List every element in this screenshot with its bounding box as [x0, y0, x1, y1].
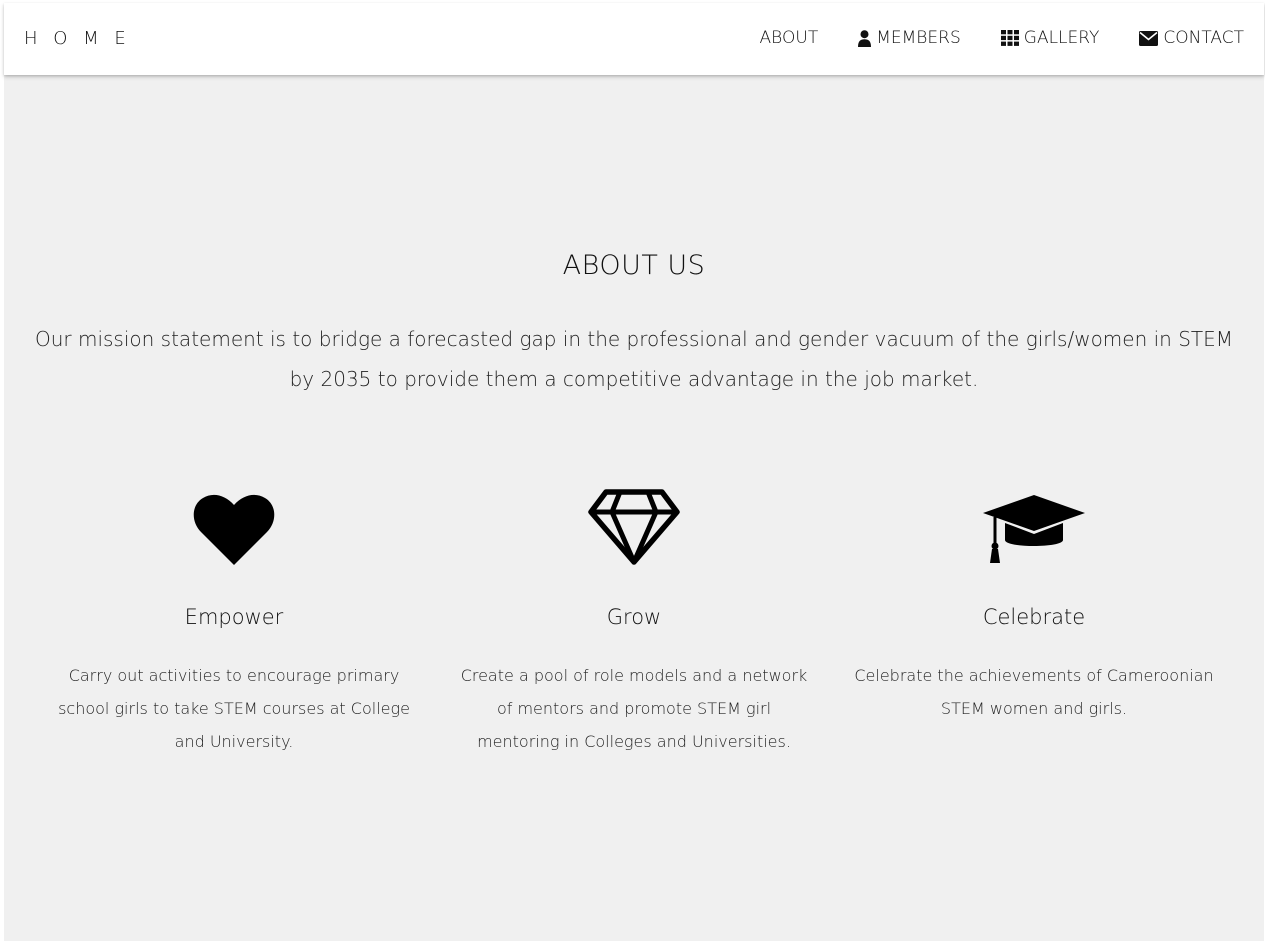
nav-members-label: MEMBERS — [876, 28, 961, 48]
grid-icon — [1000, 30, 1019, 46]
feature-title: Grow — [606, 605, 662, 629]
feature-text: Carry out activities to encourage primar… — [58, 666, 410, 751]
feature-icon-wrapper — [34, 475, 434, 565]
nav-home-link[interactable]: H O M E — [24, 28, 131, 49]
nav-gallery-link[interactable]: GALLERY — [1000, 28, 1100, 48]
feature-title: Empower — [184, 605, 284, 629]
top-navbar: H O M E ABOUT MEMBERS GALLERY CONTACT — [4, 3, 1264, 75]
nav-about-label: ABOUT — [759, 28, 819, 48]
about-title: ABOUT US — [562, 250, 706, 281]
nav-about-link[interactable]: ABOUT — [760, 28, 819, 48]
nav-links: ABOUT MEMBERS GALLERY CONTACT — [720, 28, 1244, 48]
feature-icon-wrapper — [434, 475, 834, 565]
user-icon — [858, 29, 872, 47]
diamond-icon — [588, 489, 680, 565]
feature-celebrate: Celebrate Celebrate the achievements of … — [834, 475, 1234, 758]
envelope-icon — [1139, 30, 1159, 46]
feature-icon-wrapper — [834, 475, 1234, 565]
heart-icon — [193, 494, 275, 565]
graduation-cap-icon — [983, 495, 1085, 563]
nav-gallery-label: GALLERY — [1023, 28, 1100, 48]
mission-statement: Our mission statement is to bridge a for… — [34, 327, 1234, 391]
nav-contact-link[interactable]: CONTACT — [1139, 28, 1244, 48]
feature-text: Create a pool of role models and a netwo… — [460, 666, 808, 751]
nav-members-link[interactable]: MEMBERS — [858, 28, 961, 48]
feature-grow: Grow Create a pool of role models and a … — [434, 475, 834, 758]
page: H O M E ABOUT MEMBERS GALLERY CONTACT AB… — [4, 3, 1264, 941]
feature-text: Celebrate the achievements of Cameroonia… — [854, 666, 1214, 718]
nav-contact-label: CONTACT — [1163, 28, 1244, 48]
feature-empower: Empower Carry out activities to encourag… — [34, 475, 434, 758]
feature-title: Celebrate — [982, 605, 1086, 629]
features-row: Empower Carry out activities to encourag… — [34, 475, 1234, 758]
